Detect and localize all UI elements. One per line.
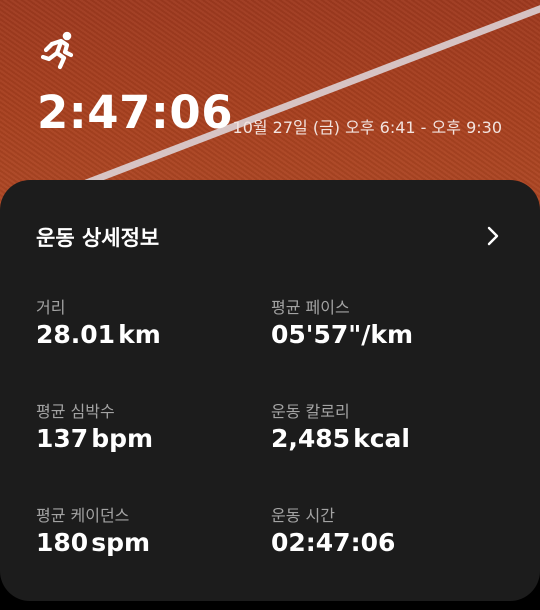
workout-time-label: 운동 시간: [271, 506, 335, 525]
cadence-unit: spm: [91, 528, 151, 557]
heart-rate-unit: bpm: [91, 424, 154, 453]
calories-value: 2,485 kcal: [271, 424, 410, 453]
running-person-icon: [40, 31, 74, 70]
calories-unit: kcal: [353, 424, 410, 453]
cadence-number: 180: [36, 528, 89, 557]
workout-summary-screen: 2:47:06 10월 27일 (금) 오후 6:41 - 오후 9:30 운동…: [0, 0, 540, 610]
details-title[interactable]: 운동 상세정보: [36, 222, 159, 252]
chevron-right-icon[interactable]: [484, 224, 502, 248]
heart-rate-number: 137: [36, 424, 89, 453]
workout-duration: 2:47:06: [37, 86, 234, 139]
workout-datetime: 10월 27일 (금) 오후 6:41 - 오후 9:30: [232, 118, 502, 137]
distance-label: 거리: [36, 298, 66, 317]
calories-number: 2,485: [271, 424, 351, 453]
workout-time-value: 02:47:06: [271, 528, 396, 557]
pace-label: 평균 페이스: [271, 298, 350, 317]
pace-value: 05'57"/km: [271, 320, 414, 349]
heart-rate-label: 평균 심박수: [36, 402, 115, 421]
distance-number: 28.01: [36, 320, 116, 349]
heart-rate-value: 137 bpm: [36, 424, 153, 453]
cadence-value: 180 spm: [36, 528, 150, 557]
distance-value: 28.01 km: [36, 320, 161, 349]
calories-label: 운동 칼로리: [271, 402, 350, 421]
cadence-label: 평균 케이던스: [36, 506, 130, 525]
distance-unit: km: [118, 320, 161, 349]
